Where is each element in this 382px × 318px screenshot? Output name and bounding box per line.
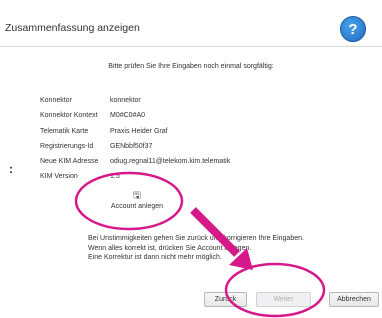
hint-line: Wenn alles korrekt ist, drücken Sie Acco… [88,244,252,252]
hint-line: Bei Unstimmigkeiten gehen Sie zurück und… [88,235,304,242]
back-button[interactable]: Zurück [204,292,247,307]
summary-dialog: Zusammenfassung anzeigen ? Bitte prüfen … [0,0,382,318]
summary-value: konnektor [110,97,141,104]
next-button[interactable]: Weiter [256,292,311,307]
summary-label: Konnektor Kontext [40,112,98,120]
summary-label: Telematik Karte [40,127,89,135]
hint-text: Bei Unstimmigkeiten gehen Sie zurück und… [88,234,304,263]
side-marker: : [9,162,13,176]
title-divider [0,46,382,47]
help-icon[interactable]: ? [340,16,366,42]
summary-label: Neue KIM Adresse [40,158,99,166]
summary-value: GENbbf50f37 [110,142,153,150]
summary-label: Registrierungs-Id [40,142,94,150]
summary-value: odiug.regnal11@telekom.kim.telematik [110,158,231,166]
account-anlegen-button[interactable]: 🖫 Account anlegen [98,190,176,210]
summary-label: KIM Version [40,173,78,181]
summary-value: 1.5 [110,173,120,181]
summary-label: Konnektor [40,97,72,104]
summary-value: M0#C0#A0 [110,112,146,120]
intro-text: Bitte prüfen Sie Ihre Eingaben noch einm… [108,63,274,70]
save-disk-icon: 🖫 [133,190,141,200]
summary-value: Praxis Heider Graf [110,127,168,135]
dialog-title: Zusammenfassung anzeigen [5,22,140,34]
hint-line: Eine Korrektur ist dann nicht mehr mögli… [88,254,222,261]
account-anlegen-label: Account anlegen [110,203,164,210]
cancel-button[interactable]: Abbrechen [329,292,379,307]
